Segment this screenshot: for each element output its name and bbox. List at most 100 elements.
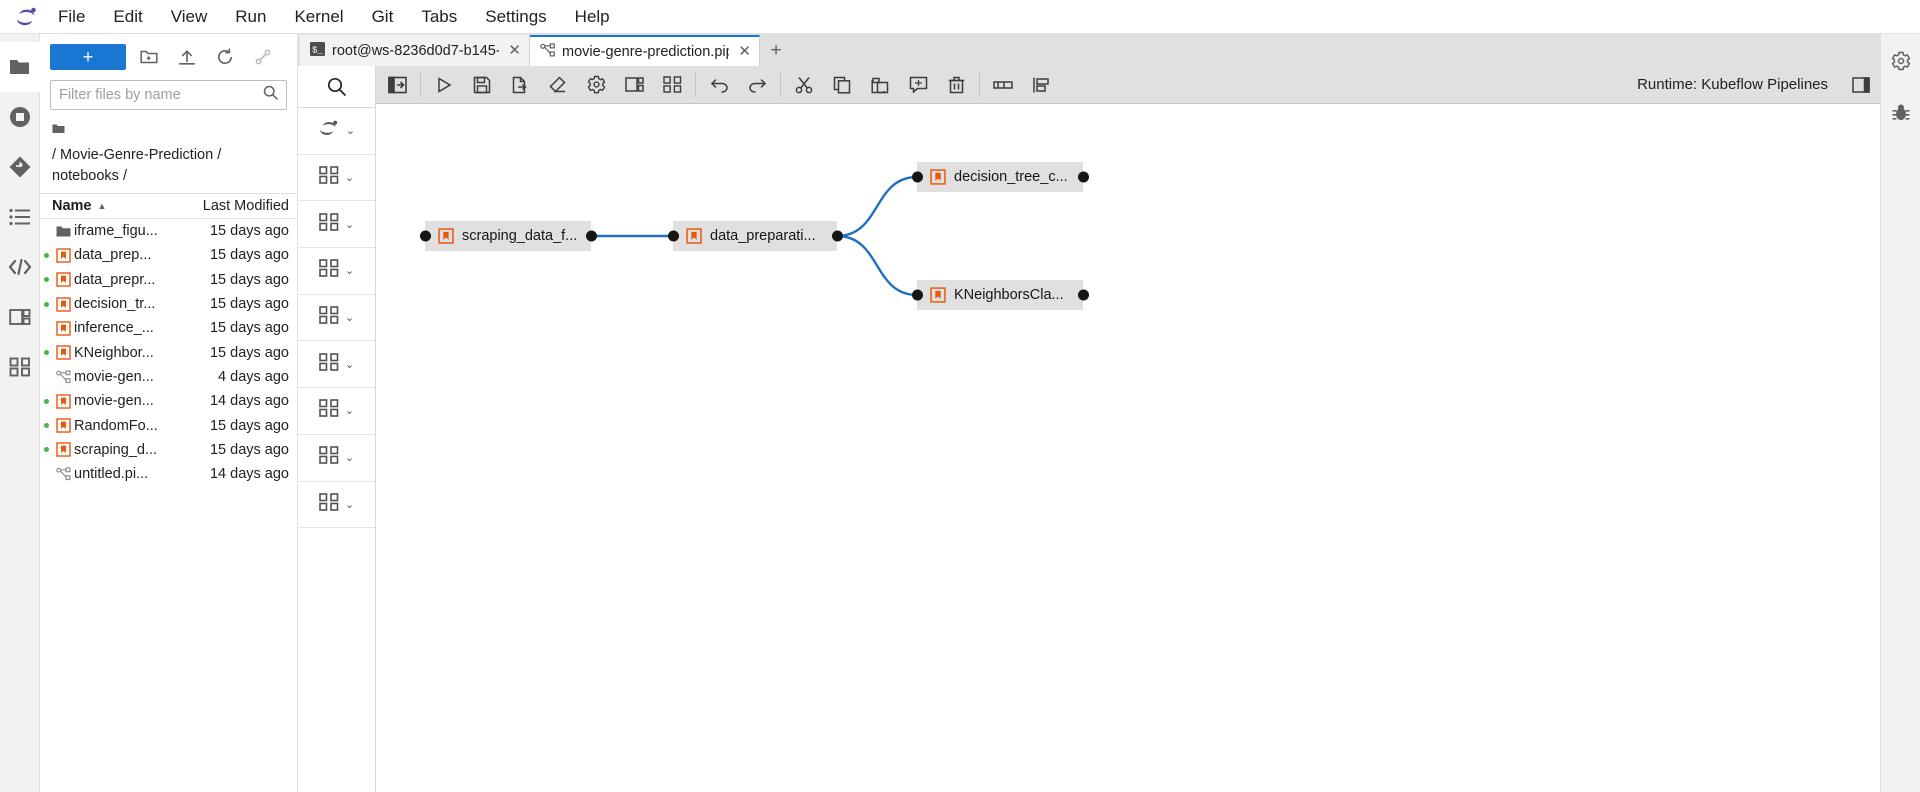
file-row[interactable]: iframe_figu... 15 days ago: [40, 219, 297, 243]
close-icon[interactable]: ✕: [736, 44, 751, 59]
palette-category-3[interactable]: ⌄: [298, 248, 375, 295]
copy-button[interactable]: [823, 66, 861, 103]
pipeline-properties-button[interactable]: [577, 66, 615, 103]
menu-git[interactable]: Git: [358, 3, 408, 31]
pipeline-icon: [52, 370, 74, 384]
right-sidebar-debugger[interactable]: [1881, 96, 1920, 130]
sidebar-extension-manager[interactable]: [0, 242, 40, 292]
file-row[interactable]: KNeighbor... 15 days ago: [40, 341, 297, 365]
menu-edit[interactable]: Edit: [99, 3, 156, 31]
node-output-port[interactable]: [585, 230, 597, 242]
palette-category-6[interactable]: ⌄: [298, 388, 375, 435]
menu-run[interactable]: Run: [221, 3, 280, 31]
palette-category-generic[interactable]: ⌄: [298, 108, 375, 155]
menu-settings[interactable]: Settings: [471, 3, 560, 31]
toggle-palette-button[interactable]: [378, 66, 416, 103]
menu-kernel[interactable]: Kernel: [280, 3, 357, 31]
new-tab-button[interactable]: +: [760, 35, 792, 66]
pipeline-node-kneighbors[interactable]: KNeighborsCla...: [911, 280, 1089, 310]
pipeline-node-decision-tree[interactable]: decision_tree_c...: [911, 162, 1089, 192]
file-row[interactable]: untitled.pi... 14 days ago: [40, 462, 297, 486]
file-row[interactable]: movie-gen... 14 days ago: [40, 389, 297, 413]
components-icon: [319, 446, 339, 469]
pipeline-node-data-preparation[interactable]: data_preparati...: [667, 221, 843, 251]
sidebar-running-terminals[interactable]: [0, 92, 40, 142]
palette-category-1[interactable]: ⌄: [298, 155, 375, 202]
toolbar-divider: [780, 72, 781, 97]
file-row[interactable]: data_prep... 15 days ago: [40, 243, 297, 267]
node-output-port[interactable]: [1077, 289, 1089, 301]
file-last-modified: 15 days ago: [209, 417, 289, 434]
file-name: movie-gen...: [74, 393, 154, 410]
file-row[interactable]: decision_tr... 15 days ago: [40, 292, 297, 316]
sidebar-git[interactable]: [0, 142, 40, 192]
file-browser-panel: + Filter files by name / Movie-Genre-Pre…: [40, 34, 298, 792]
components-icon: [319, 166, 339, 189]
menu-file[interactable]: File: [44, 3, 99, 31]
column-header-last-modified[interactable]: Last Modified: [189, 198, 297, 214]
sidebar-pipeline-components[interactable]: [0, 342, 40, 392]
delete-button[interactable]: [937, 66, 975, 103]
node-input-port[interactable]: [419, 230, 431, 242]
save-pipeline-button[interactable]: [463, 66, 501, 103]
redo-button[interactable]: [738, 66, 776, 103]
node-output-port[interactable]: [831, 230, 843, 242]
chevron-down-icon: ⌄: [345, 125, 356, 138]
open-components-button[interactable]: [653, 66, 691, 103]
menu-help[interactable]: Help: [561, 3, 624, 31]
tab-pipeline[interactable]: movie-genre-prediction.pipe ✕: [530, 35, 760, 66]
node-input-port[interactable]: [911, 171, 923, 183]
breadcrumb-folder-icon: [52, 120, 65, 141]
search-input[interactable]: [59, 87, 263, 103]
sidebar-table-of-contents[interactable]: [0, 192, 40, 242]
file-name: RandomFo...: [74, 417, 158, 434]
file-row[interactable]: movie-gen... 4 days ago: [40, 365, 297, 389]
file-filter-box[interactable]: [50, 80, 287, 110]
sidebar-file-browser[interactable]: [0, 42, 40, 92]
node-output-port[interactable]: [1077, 171, 1089, 183]
palette-category-2[interactable]: ⌄: [298, 201, 375, 249]
tab-terminal[interactable]: $_ root@ws-8236d0d7-b145-4 ✕: [300, 35, 530, 66]
file-last-modified: 14 days ago: [209, 466, 289, 483]
undo-button[interactable]: [700, 66, 738, 103]
palette-category-5[interactable]: ⌄: [298, 341, 375, 389]
pipeline-node-scraping-data[interactable]: scraping_data_f...: [419, 221, 597, 251]
node-input-port[interactable]: [667, 230, 679, 242]
new-launcher-button[interactable]: +: [50, 44, 126, 70]
running-indicator-dot: [40, 301, 52, 307]
paste-button[interactable]: [861, 66, 899, 103]
menu-view[interactable]: View: [157, 3, 222, 31]
run-pipeline-button[interactable]: [425, 66, 463, 103]
file-row[interactable]: scraping_d... 15 days ago: [40, 438, 297, 462]
pipeline-link[interactable]: [836, 175, 918, 238]
file-row[interactable]: RandomFo... 15 days ago: [40, 413, 297, 437]
file-row[interactable]: inference_... 15 days ago: [40, 316, 297, 340]
svg-text:$_: $_: [312, 45, 323, 55]
upload-files-button[interactable]: [172, 44, 202, 70]
right-sidebar-property-panel[interactable]: [1881, 44, 1920, 78]
pipeline-canvas[interactable]: scraping_data_f... data_preparati... decis…: [376, 104, 1880, 792]
breadcrumb[interactable]: / Movie-Genre-Prediction / notebooks /: [40, 118, 297, 193]
git-clone-button[interactable]: [248, 44, 278, 70]
refresh-file-list-button[interactable]: [210, 44, 240, 70]
palette-search-button[interactable]: [298, 66, 375, 108]
open-runtime-images-button[interactable]: [615, 66, 653, 103]
sidebar-runtimes[interactable]: [0, 292, 40, 342]
palette-category-7[interactable]: ⌄: [298, 435, 375, 482]
add-comment-button[interactable]: [899, 66, 937, 103]
collapse-panel-icon[interactable]: [1842, 66, 1880, 103]
column-header-name[interactable]: Name ▲: [40, 198, 189, 214]
pipeline-link[interactable]: [836, 234, 918, 297]
node-input-port[interactable]: [911, 289, 923, 301]
arrange-horizontally-button[interactable]: [984, 66, 1022, 103]
palette-category-8[interactable]: ⌄: [298, 482, 375, 529]
file-row[interactable]: data_prepr... 15 days ago: [40, 268, 297, 292]
close-icon[interactable]: ✕: [506, 43, 521, 58]
new-folder-button[interactable]: [134, 44, 164, 70]
clear-pipeline-button[interactable]: [539, 66, 577, 103]
export-pipeline-button[interactable]: [501, 66, 539, 103]
cut-button[interactable]: [785, 66, 823, 103]
arrange-vertically-button[interactable]: [1022, 66, 1060, 103]
menu-tabs[interactable]: Tabs: [407, 3, 471, 31]
palette-category-4[interactable]: ⌄: [298, 295, 375, 342]
